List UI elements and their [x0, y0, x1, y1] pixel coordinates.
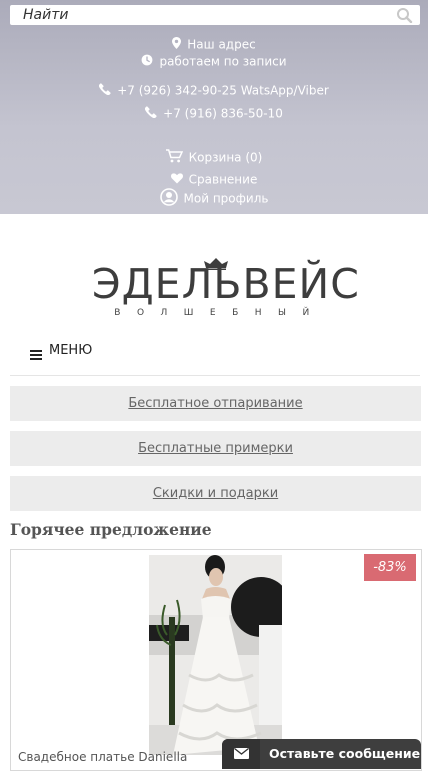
discount-badge: -83% — [364, 554, 416, 581]
schedule-info: работаем по записи — [0, 54, 428, 69]
logo-subtext: ВОЛШЕБНЫЙ — [114, 308, 326, 318]
promo-link-steaming[interactable]: Бесплатное отпаривание — [10, 386, 421, 421]
profile-link[interactable]: Мой профиль — [0, 188, 428, 209]
phone-icon — [144, 106, 157, 121]
profile-label: Мой профиль — [183, 191, 269, 206]
product-image[interactable] — [149, 555, 282, 755]
promo-link-fittings[interactable]: Бесплатные примерки — [10, 431, 421, 466]
logo-text: ЭДЕЛЬВЕЙС — [92, 260, 360, 308]
header-bar: Наш адрес работаем по записи +7 (926) 34… — [0, 0, 428, 214]
phone2-label: +7 (916) 836-50-10 — [163, 106, 283, 121]
heart-icon — [170, 172, 183, 187]
product-name[interactable]: Свадебное платье Daniella — [18, 750, 187, 764]
schedule-label: работаем по записи — [159, 54, 287, 69]
address-link[interactable]: Наш адрес — [0, 37, 428, 52]
search-input[interactable] — [10, 5, 403, 25]
hamburger-icon — [30, 345, 42, 364]
divider — [10, 375, 420, 376]
site-logo[interactable]: ЭДЕЛЬВЕЙС ВОЛШЕБНЫЙ — [92, 255, 360, 325]
promo-link-discounts[interactable]: Скидки и подарки — [10, 476, 421, 511]
search-icon[interactable] — [396, 7, 414, 24]
compare-label: Сравнение — [188, 172, 258, 187]
clock-icon — [141, 54, 153, 69]
map-pin-icon — [172, 37, 182, 52]
phone1-link[interactable]: +7 (926) 342-90-25 WatsApp/Viber — [0, 83, 428, 98]
phone2-link[interactable]: +7 (916) 836-50-10 — [0, 106, 428, 121]
menu-label: МЕНЮ — [49, 343, 93, 358]
phone-icon — [98, 83, 111, 98]
chat-label: Оставьте сообщение — [269, 746, 421, 761]
cart-link[interactable]: Корзина (0) — [0, 149, 428, 166]
phone1-label: +7 (926) 342-90-25 WatsApp/Viber — [117, 83, 329, 98]
envelope-icon — [222, 739, 260, 769]
section-title: Горячее предложение — [10, 520, 212, 539]
address-label: Наш адрес — [187, 37, 256, 52]
compare-link[interactable]: Сравнение — [0, 172, 428, 187]
chat-widget[interactable]: Оставьте сообщение — [222, 739, 421, 769]
search-box — [10, 5, 420, 25]
user-icon — [159, 188, 178, 209]
cart-icon — [165, 149, 183, 166]
cart-label: Корзина (0) — [188, 150, 263, 165]
